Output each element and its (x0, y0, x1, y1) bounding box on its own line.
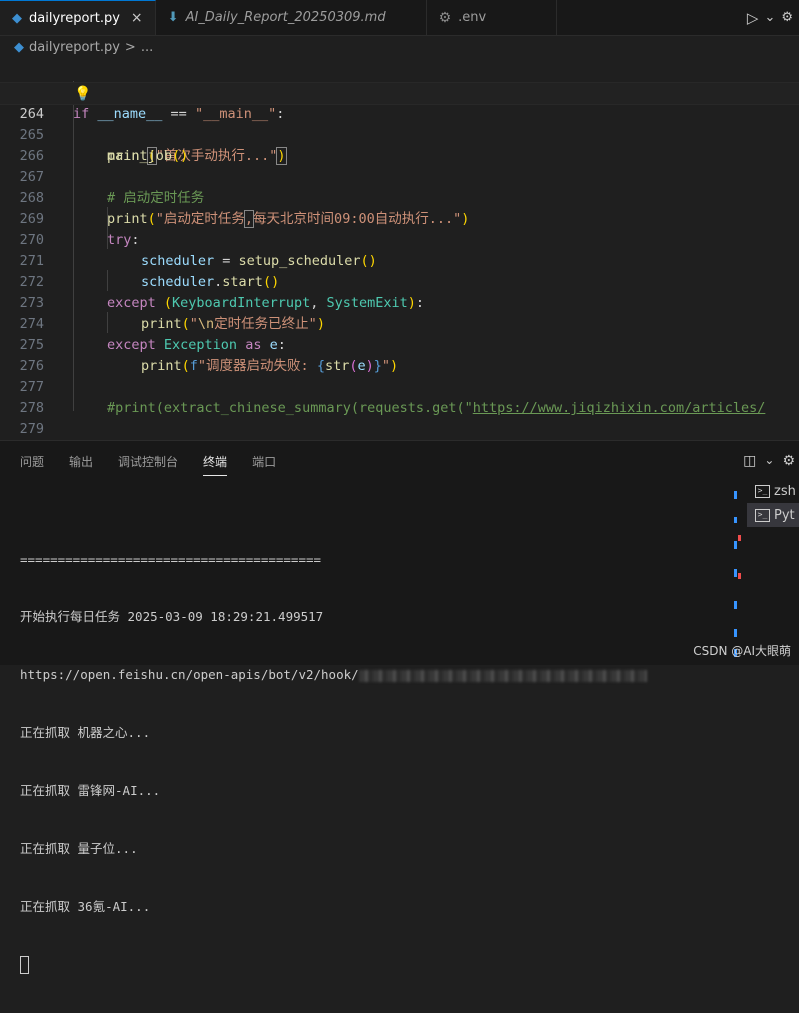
scroll-mark-error (738, 535, 741, 541)
bottom-panel: 问题 输出 调试控制台 终端 端口 ◫ ⌄ ⚙ ================… (0, 440, 799, 975)
redacted-token (358, 669, 647, 682)
terminal-line: 正在抓取 机器之心... (20, 725, 151, 741)
scroll-mark (734, 601, 737, 609)
gear-icon: ⚙ (438, 9, 452, 26)
terminal-item-label: Pyt (774, 507, 795, 523)
code-line: 266 (0, 125, 799, 164)
tab-problems[interactable]: 问题 (20, 453, 44, 476)
scroll-mark (734, 629, 737, 637)
terminal-line: 正在抓取 雷锋网-AI... (20, 783, 161, 799)
python-file-icon: ◆ (12, 10, 22, 26)
code-line: 271 scheduler.start() (0, 230, 799, 290)
code-line: 273 print("\n定时任务已终止") (0, 272, 799, 332)
gear-icon[interactable]: ⚙ (782, 453, 795, 469)
terminal-item-label: zsh (774, 483, 796, 499)
code-line: 274 except Exception as e: (0, 293, 799, 353)
breadcrumb-file[interactable]: dailyreport.py (29, 40, 120, 55)
code-line: 268 print("启动定时任务,每天北京时间09:00自动执行...") (0, 167, 799, 228)
gear-icon[interactable]: ⚙ (781, 10, 793, 25)
chevron-down-icon[interactable]: ⌄ (764, 10, 775, 25)
tab-label: dailyreport.py (29, 10, 120, 26)
breadcrumb-symbol[interactable]: ... (141, 40, 153, 55)
code-line: 276 (0, 335, 799, 374)
panel-actions: ◫ ⌄ ⚙ (743, 453, 795, 469)
code-line-current: 264 💡 print("首次手动执行...") (0, 82, 799, 165)
line-number: 279 (19, 421, 44, 437)
scroll-mark (734, 517, 737, 523)
code-line: 267 # 启动定时任务 (0, 146, 799, 206)
terminal-line: 正在抓取 36氪-AI... (20, 898, 151, 914)
code-line: 265 main_job() (0, 104, 799, 164)
terminal-line-webhook: https://open.feishu.cn/open-apis/bot/v2/… (20, 665, 720, 684)
tab-actions: ▷ ⌄ ⚙ (747, 0, 799, 35)
terminal-icon: >_ (755, 508, 770, 522)
scroll-mark (734, 569, 737, 577)
terminal-cursor-line (20, 955, 720, 975)
tab-debug-console[interactable]: 调试控制台 (118, 453, 178, 476)
python-file-icon: ◆ (14, 39, 24, 55)
watermark: CSDN @AI大眼萌 (693, 644, 791, 658)
terminal-line: ======================================== (20, 551, 322, 567)
breadcrumb: ◆ dailyreport.py > ... (0, 36, 799, 58)
code-editor[interactable]: 263 if __name__ == "__main__": 264 💡 pri… (0, 60, 799, 440)
code-line: 263 if __name__ == "__main__": (0, 62, 799, 122)
panel-tab-bar: 问题 输出 调试控制台 终端 端口 (20, 453, 276, 476)
tab-label: .env (458, 10, 487, 25)
terminal-item-zsh[interactable]: >_ zsh (747, 479, 799, 503)
code-line: 272 except (KeyboardInterrupt, SystemExi… (0, 251, 799, 311)
run-icon[interactable]: ▷ (747, 9, 759, 27)
code-line: 275 print(f"调度器启动失败: {str(e)}") (0, 314, 799, 374)
chevron-right-icon: > (124, 39, 136, 55)
scroll-mark (734, 541, 737, 549)
terminal-cursor (20, 956, 29, 975)
terminal-scroll-decorations (734, 489, 741, 659)
terminal-line: 开始执行每日任务 2025-03-09 18:29:21.499517 (20, 609, 324, 625)
close-icon[interactable]: × (131, 10, 143, 26)
lightbulb-icon[interactable]: 💡 (74, 84, 91, 105)
terminal-item-python[interactable]: >_ Pyt (747, 503, 799, 527)
editor-tab-bar: ◆ dailyreport.py × ⬇ AI_Daily_Report_202… (0, 0, 799, 36)
code-line: 279 (0, 398, 799, 437)
chevron-down-icon[interactable]: ⌄ (764, 453, 774, 469)
code-line: 277 #print(extract_chinese_summary(reque… (0, 356, 799, 416)
tab-ports[interactable]: 端口 (252, 453, 276, 476)
markdown-file-icon: ⬇ (167, 10, 179, 25)
tab-label: AI_Daily_Report_20250309.md (185, 10, 386, 25)
terminal-icon: >_ (755, 484, 770, 498)
terminal-line: 正在抓取 量子位... (20, 841, 138, 857)
tab-terminal[interactable]: 终端 (203, 453, 228, 476)
code-line: 269 try: (0, 188, 799, 248)
code-line: 278 (0, 377, 799, 416)
tab-output[interactable]: 输出 (69, 453, 93, 476)
tab-ai-daily-report-md[interactable]: ⬇ AI_Daily_Report_20250309.md (156, 0, 427, 35)
scroll-mark-error (738, 573, 741, 579)
code-line: 270 scheduler = setup_scheduler() (0, 209, 799, 269)
split-terminal-icon[interactable]: ◫ (743, 453, 756, 469)
tab-dailyreport-py[interactable]: ◆ dailyreport.py × (0, 0, 156, 35)
terminal-output[interactable]: ========================================… (20, 511, 720, 1013)
terminal-list: >_ zsh >_ Pyt (747, 479, 799, 527)
tab-env[interactable]: ⚙ .env (427, 0, 558, 35)
scroll-mark (734, 491, 737, 499)
